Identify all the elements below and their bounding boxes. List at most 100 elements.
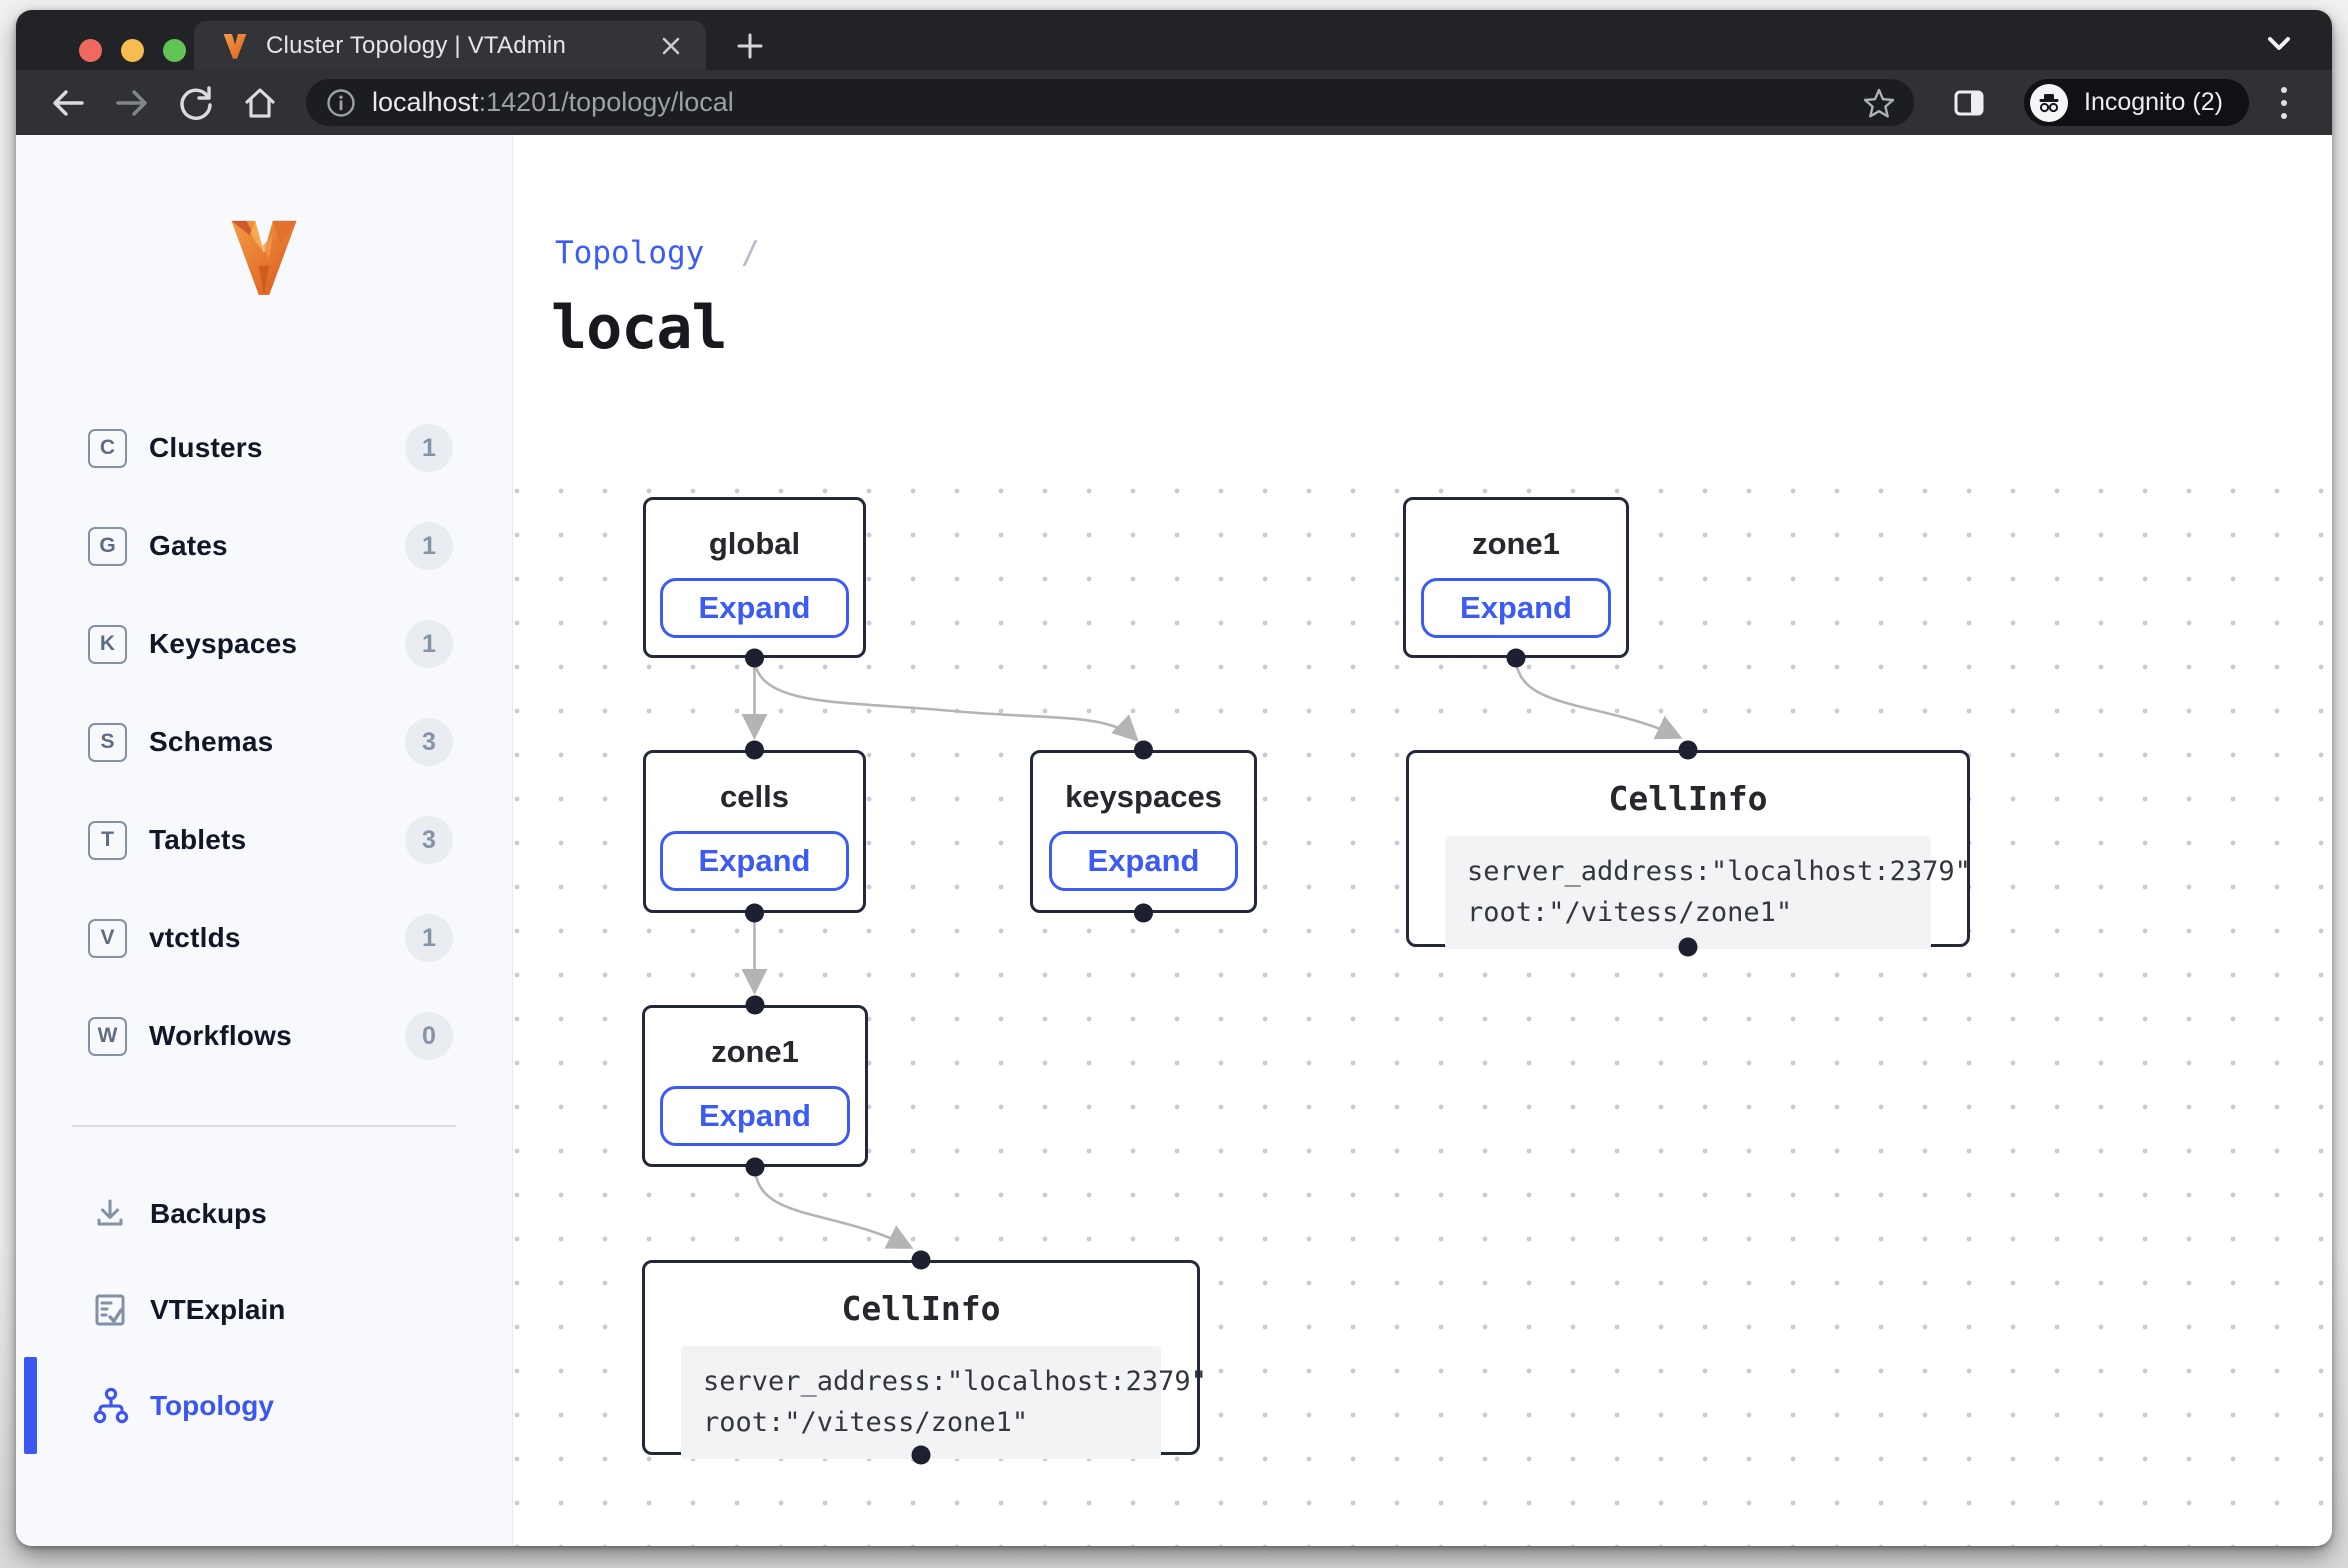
node-zone1-right: zone1 Expand (1403, 497, 1629, 658)
document-check-icon (90, 1290, 130, 1330)
desktop: Cluster Topology | VTAdmin (0, 0, 2348, 1568)
browser-toolbar: localhost:14201/topology/local (16, 70, 2332, 135)
plus-icon (734, 30, 766, 62)
main-content: Topology / local global Expand zone1 Exp… (513, 135, 2332, 1546)
url-host: localhost (372, 87, 479, 117)
breadcrumb-topology-link[interactable]: Topology (555, 235, 704, 271)
sidebar-item-workflows[interactable]: W Workflows 0 (16, 987, 512, 1085)
count-badge: 3 (405, 816, 453, 864)
node-title: keyspaces (1033, 779, 1254, 815)
reload-icon (176, 83, 216, 123)
sidebar-item-label: Clusters (149, 432, 263, 464)
vitess-favicon-icon (220, 31, 250, 61)
tab-search-chevron-icon[interactable] (2262, 28, 2296, 58)
sidebar-item-label: vtctlds (149, 922, 241, 954)
topology-icon (90, 1386, 130, 1426)
clusters-letter-icon: C (88, 429, 127, 468)
workflows-letter-icon: W (88, 1017, 127, 1056)
reload-button[interactable] (164, 77, 228, 129)
count-badge: 1 (405, 424, 453, 472)
bookmark-star-icon[interactable] (1862, 86, 1896, 120)
home-icon (240, 83, 280, 123)
tab-strip: Cluster Topology | VTAdmin (16, 10, 2332, 70)
cellinfo-code: server_address:"localhost:2379" root:"/v… (1445, 836, 1931, 949)
sidebar-item-label: Schemas (149, 726, 273, 758)
node-keyspaces: keyspaces Expand (1030, 750, 1257, 913)
forward-button[interactable] (100, 77, 164, 129)
cellinfo-code: server_address:"localhost:2379" root:"/v… (681, 1346, 1161, 1459)
tablets-letter-icon: T (88, 821, 127, 860)
back-button[interactable] (36, 77, 100, 129)
count-badge: 1 (405, 522, 453, 570)
node-title: CellInfo (1409, 779, 1967, 818)
incognito-icon (2036, 90, 2062, 116)
cellinfo-server-address: server_address:"localhost:2379" (1467, 852, 1909, 893)
count-badge: 1 (405, 914, 453, 962)
keyspaces-letter-icon: K (88, 625, 127, 664)
vtadmin-app: C Clusters 1 G Gates 1 K Keyspaces 1 (16, 135, 2332, 1546)
window-close-button[interactable] (79, 39, 102, 62)
sidebar-item-gates[interactable]: G Gates 1 (16, 497, 512, 595)
sidebar-item-clusters[interactable]: C Clusters 1 (16, 399, 512, 497)
expand-button[interactable]: Expand (1421, 578, 1611, 638)
browser-menu-button[interactable] (2279, 87, 2289, 119)
incognito-label: Incognito (2) (2084, 88, 2223, 117)
count-badge: 0 (405, 1012, 453, 1060)
sidebar-item-backups[interactable]: Backups (16, 1166, 512, 1262)
sidebar-tools: Backups VTExplain (16, 1166, 512, 1454)
breadcrumb-separator: / (741, 235, 760, 271)
sidebar-item-tablets[interactable]: T Tablets 3 (16, 791, 512, 889)
new-tab-button[interactable] (728, 24, 772, 68)
address-bar[interactable]: localhost:14201/topology/local (306, 79, 1914, 126)
sidebar-item-vtctlds[interactable]: V vtctlds 1 (16, 889, 512, 987)
browser-tab[interactable]: Cluster Topology | VTAdmin (194, 21, 706, 70)
node-global: global Expand (643, 497, 866, 658)
node-cellinfo-bottom: CellInfo server_address:"localhost:2379"… (642, 1260, 1200, 1455)
cellinfo-root: root:"/vitess/zone1" (703, 1403, 1139, 1444)
cellinfo-server-address: server_address:"localhost:2379" (703, 1362, 1139, 1403)
home-button[interactable] (228, 77, 292, 129)
count-badge: 1 (405, 620, 453, 668)
url-text: localhost:14201/topology/local (372, 87, 734, 118)
incognito-avatar (2030, 84, 2068, 122)
sidebar-item-label: VTExplain (150, 1294, 285, 1326)
expand-button[interactable]: Expand (660, 578, 850, 638)
expand-button[interactable]: Expand (660, 831, 850, 891)
site-info-icon[interactable] (326, 88, 356, 118)
sidebar-item-schemas[interactable]: S Schemas 3 (16, 693, 512, 791)
side-panel-icon[interactable] (1952, 86, 1986, 120)
node-title: CellInfo (645, 1289, 1197, 1328)
tab-title: Cluster Topology | VTAdmin (266, 32, 566, 60)
sidebar-nav: C Clusters 1 G Gates 1 K Keyspaces 1 (16, 399, 512, 1085)
sidebar-item-label: Topology (150, 1390, 274, 1422)
download-icon (90, 1194, 130, 1234)
topology-canvas[interactable]: global Expand zone1 Expand cells Expand … (513, 455, 2332, 1546)
url-path: :14201/topology/local (479, 87, 734, 117)
sidebar-divider (72, 1125, 456, 1127)
node-title: zone1 (645, 1034, 865, 1070)
expand-button[interactable]: Expand (660, 1086, 850, 1146)
sidebar-item-vtexplain[interactable]: VTExplain (16, 1262, 512, 1358)
node-cellinfo-right: CellInfo server_address:"localhost:2379"… (1406, 750, 1970, 947)
window-minimize-button[interactable] (121, 39, 144, 62)
active-nav-indicator (24, 1357, 37, 1454)
sidebar-item-label: Gates (149, 530, 228, 562)
cellinfo-root: root:"/vitess/zone1" (1467, 893, 1909, 934)
forward-arrow-icon (112, 83, 152, 123)
node-title: global (646, 526, 863, 562)
page-title: local (551, 293, 727, 363)
window-maximize-button[interactable] (163, 39, 186, 62)
tab-close-icon[interactable] (658, 33, 684, 59)
sidebar-item-topology[interactable]: Topology (16, 1358, 512, 1454)
expand-button[interactable]: Expand (1049, 831, 1239, 891)
gates-letter-icon: G (88, 527, 127, 566)
browser-window: Cluster Topology | VTAdmin (16, 10, 2332, 1546)
back-arrow-icon (48, 83, 88, 123)
sidebar-item-keyspaces[interactable]: K Keyspaces 1 (16, 595, 512, 693)
breadcrumb: Topology / (555, 235, 760, 271)
sidebar-item-label: Tablets (149, 824, 246, 856)
incognito-badge[interactable]: Incognito (2) (2024, 79, 2249, 126)
sidebar-item-label: Workflows (149, 1020, 292, 1052)
vitess-logo (16, 213, 512, 301)
schemas-letter-icon: S (88, 723, 127, 762)
